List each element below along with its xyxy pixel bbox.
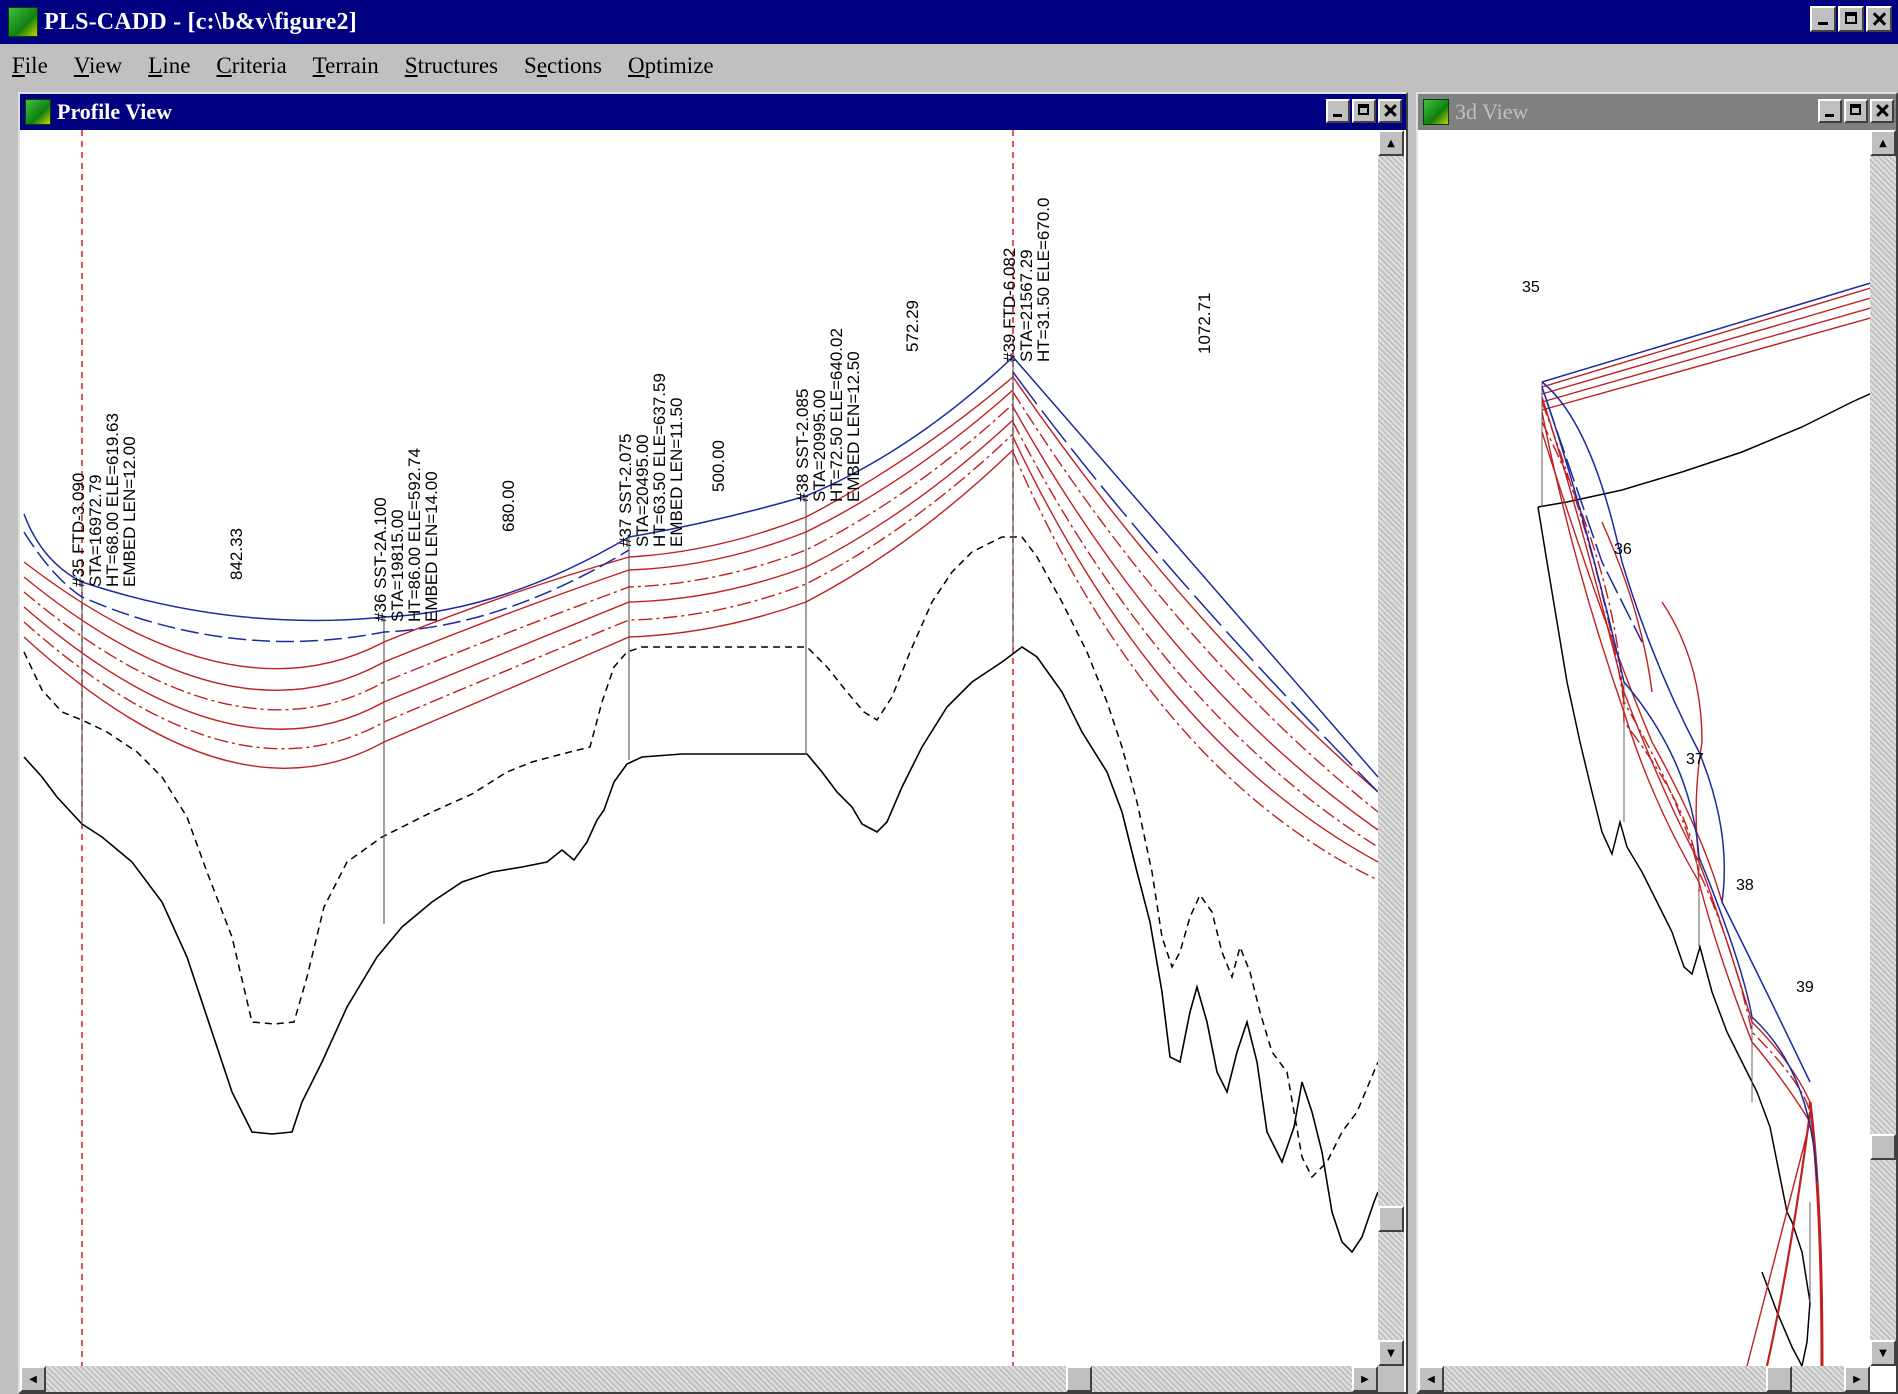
app-icon[interactable] [8, 7, 38, 37]
profile-horizontal-scroll-thumb[interactable] [1066, 1366, 1092, 1392]
app-minimize-button[interactable] [1810, 6, 1836, 32]
span-length-5: 1072.71 [1195, 293, 1214, 354]
profile-view-maximize-button[interactable] [1352, 99, 1376, 123]
span-length-3: 500.00 [709, 440, 728, 492]
3d-view-maximize-button[interactable] [1844, 99, 1868, 123]
3d-label-36: 36 [1614, 541, 1632, 558]
3d-view-close-button[interactable] [1870, 99, 1894, 123]
app-close-button[interactable] [1866, 6, 1892, 32]
structure-label-35-line-4: EMBED LEN=12.00 [120, 436, 139, 587]
structure-label-38-line-4: EMBED LEN=12.50 [844, 351, 863, 502]
profile-view-window: Profile View #35 FTD-3.090 STA=16972.79 … [18, 92, 1408, 1394]
profile-view-window-controls [1326, 99, 1402, 123]
profile-vertical-scroll-thumb[interactable] [1378, 1206, 1404, 1232]
3d-horizontal-scroll-thumb[interactable] [1766, 1366, 1792, 1392]
3d-horizontal-scrollbar[interactable]: ◀ ▶ [1418, 1366, 1870, 1392]
3d-scroll-down-button[interactable]: ▼ [1870, 1340, 1896, 1366]
profile-scroll-down-button[interactable]: ▼ [1378, 1340, 1404, 1366]
3d-label-39: 39 [1796, 979, 1814, 996]
3d-view-window-icon[interactable] [1423, 99, 1449, 125]
3d-scroll-left-button[interactable]: ◀ [1418, 1366, 1444, 1392]
profile-vertical-scrollbar[interactable]: ▲ ▼ [1378, 130, 1404, 1366]
menu-line[interactable]: Line [148, 53, 190, 79]
menu-optimize[interactable]: Optimize [628, 53, 714, 79]
menu-terrain[interactable]: Terrain [313, 53, 379, 79]
structure-label-36-line-4: EMBED LEN=14.00 [422, 471, 441, 622]
profile-view-title-bar[interactable]: Profile View [20, 94, 1406, 130]
profile-view-window-icon[interactable] [25, 99, 51, 125]
3d-view-minimize-button[interactable] [1818, 99, 1842, 123]
3d-view-title: 3d View [1455, 99, 1529, 124]
profile-scroll-left-button[interactable]: ◀ [20, 1366, 46, 1392]
3d-label-37: 37 [1686, 751, 1704, 768]
menu-structures[interactable]: Structures [405, 53, 498, 79]
structure-label-39-line-3: HT=31.50 ELE=670.0 [1034, 198, 1053, 362]
3d-view-title-bar[interactable]: 3d View [1418, 94, 1896, 130]
span-length-1: 842.33 [227, 528, 246, 580]
profile-scroll-up-button[interactable]: ▲ [1378, 130, 1404, 156]
app-window-controls [1810, 6, 1892, 32]
profile-canvas[interactable]: #35 FTD-3.090STA=16972.79HT=68.00 ELE=61… [20, 130, 1378, 1366]
3d-canvas[interactable]: 35 36 37 38 39 [1418, 130, 1874, 1366]
app-maximize-button[interactable] [1838, 6, 1864, 32]
profile-view-close-button[interactable] [1378, 99, 1402, 123]
menu-file[interactable]: File [12, 53, 48, 79]
3d-vertical-scroll-thumb[interactable] [1870, 1134, 1896, 1160]
menu-criteria[interactable]: Criteria [216, 53, 286, 79]
3d-label-38: 38 [1736, 877, 1754, 894]
menu-bar: File View Line Criteria Terrain Structures Sec… [0, 44, 1898, 88]
3d-view-window-controls [1818, 99, 1894, 123]
menu-view[interactable]: View [74, 53, 122, 79]
profile-horizontal-scrollbar[interactable]: ◀ ▶ [20, 1366, 1378, 1392]
menu-sections[interactable]: Sections [524, 53, 602, 79]
profile-size-grip[interactable] [1378, 1366, 1404, 1392]
app-title: PLS-CADD - [c:\b&v\figure2] [44, 8, 357, 35]
3d-scroll-up-button[interactable]: ▲ [1870, 130, 1896, 156]
profile-canvas-background [20, 130, 1378, 1366]
structure-label-37-line-4: EMBED LEN=11.50 [667, 398, 686, 547]
profile-view-title: Profile View [57, 99, 173, 124]
3d-vertical-scrollbar[interactable]: ▲ ▼ [1870, 130, 1896, 1366]
profile-scroll-right-button[interactable]: ▶ [1352, 1366, 1378, 1392]
3d-view-window: 3d View 35 36 37 38 39 ▲ ▼ ◀ ▶ [1416, 92, 1898, 1394]
span-length-4: 572.29 [903, 300, 922, 352]
3d-label-35: 35 [1522, 279, 1540, 296]
span-length-2: 680.00 [499, 480, 518, 532]
app-title-bar: PLS-CADD - [c:\b&v\figure2] [0, 0, 1898, 44]
profile-view-minimize-button[interactable] [1326, 99, 1350, 123]
3d-scroll-right-button[interactable]: ▶ [1844, 1366, 1870, 1392]
